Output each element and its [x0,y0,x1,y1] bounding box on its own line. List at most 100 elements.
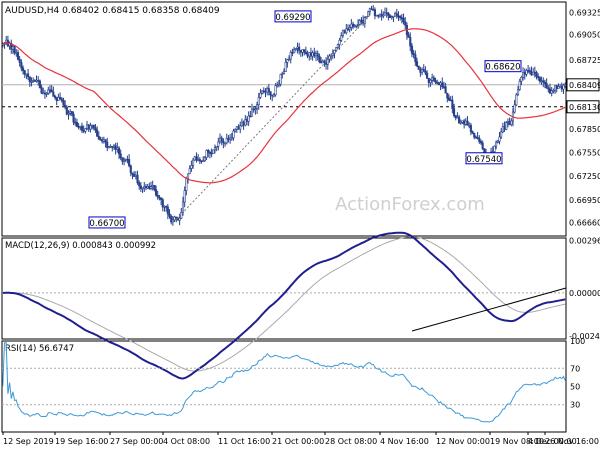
candle-body [94,127,97,131]
candle-body [395,13,398,17]
candle-body [309,52,312,57]
candle-body [473,132,476,138]
candle-body [518,80,521,90]
candle-body [198,159,201,162]
candle-body [121,157,124,162]
candle-body [505,122,508,130]
candle-body [74,121,77,124]
candle-body [109,146,112,148]
candle-body [69,111,72,114]
rsi-panel-title: RSI(14) 56.6747 [5,344,74,354]
candle-body [213,147,217,151]
candle-body [217,141,220,147]
candle-body [18,58,21,63]
candle-body [181,201,185,213]
candle-body [230,137,233,140]
candle-body [308,52,311,57]
candle-body [562,84,565,90]
candle-body [400,17,403,19]
candle-body [520,77,523,82]
candle-body [112,145,116,148]
candle-body [128,159,131,167]
candle-body [382,14,385,17]
candle-body [48,89,52,92]
candle-body [461,120,464,123]
candle-body [535,72,538,77]
price-axis-tick-label: 0.68130 [569,103,600,112]
candle-body [269,91,272,96]
candle-body [346,28,350,31]
candle-body [249,115,252,118]
candle-body [469,124,472,132]
candle-body [537,76,540,78]
price-panel: AUDUSD,H4 0.68402 0.68415 0.68358 0.6840… [1,5,600,229]
candle-body [60,98,63,101]
candle-body [97,136,100,140]
candle-body [420,69,424,73]
candle-body [242,121,245,126]
candle-body [557,86,560,89]
candle-body [434,80,437,83]
candle-body [367,11,370,17]
candle-body [158,196,161,199]
candle-body [124,158,127,161]
candle-body [289,51,292,60]
candle-body [506,121,509,123]
time-axis-tick-label: 19 Sep 16:00 [55,437,108,446]
candle-body [449,99,452,102]
candle-body [508,121,511,125]
high-label-068620: 0.68620 [485,63,520,73]
candle-body [215,145,218,149]
candle-body [190,165,193,169]
candle-body [452,108,456,116]
candle-body [377,14,380,17]
candle-body [40,87,43,94]
candle-body [538,77,541,82]
candle-body [501,126,504,133]
candle-body [114,145,117,150]
candle-body [87,124,90,130]
candle-body [303,49,306,53]
candle-body [106,141,109,149]
candle-body [387,12,390,17]
candle-body [530,71,533,76]
candle-body [375,14,378,17]
candle-body [234,129,237,132]
candle-body [286,59,289,63]
candle-body [306,53,309,57]
candle-body [397,15,400,18]
candle-body [471,131,474,134]
candle-body [52,91,55,97]
candle-body [498,136,501,142]
candle-body [294,48,297,51]
candle-body [72,113,75,123]
low-label-066700: 0.66700 [89,219,124,229]
candle-body [161,199,164,208]
candle-body [394,13,397,17]
candle-body [383,12,387,16]
candle-body [542,80,545,83]
candle-body [205,150,208,158]
price-axis-tick-label: 0.69050 [569,30,600,39]
candle-body [373,9,376,16]
candle-body [89,125,92,130]
candle-body [281,73,284,75]
candle-body [543,81,547,84]
candle-body [441,82,444,87]
candle-body [414,54,417,62]
candle-body [200,160,203,163]
candle-body [314,53,318,57]
candle-body [65,106,68,115]
candle-body [163,205,166,208]
candle-body [53,96,57,98]
candle-body [351,23,355,28]
candle-body [444,86,447,94]
candle-body [380,13,383,17]
candle-body [313,52,316,57]
candle-body [80,125,84,131]
candle-body [133,174,136,177]
candle-body [390,16,393,19]
candle-body [208,151,211,154]
candle-body [415,61,419,67]
candle-body [478,137,481,142]
